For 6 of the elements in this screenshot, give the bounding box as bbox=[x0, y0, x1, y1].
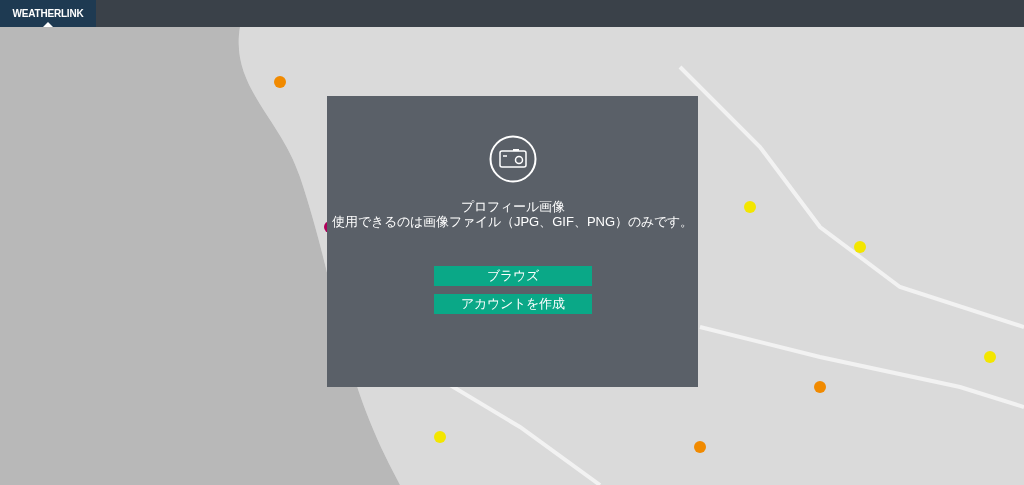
dialog-message: 使用できるのは画像ファイル（JPG、GIF、PNG）のみです。 bbox=[331, 214, 694, 229]
camera-icon bbox=[488, 135, 537, 183]
dialog-title: プロフィール画像 bbox=[460, 199, 565, 214]
action-button[interactable]: アカウントを作成 bbox=[433, 294, 592, 314]
nav-tab[interactable]: WEATHERLINK bbox=[0, 0, 96, 27]
action-button[interactable]: ブラウズ bbox=[433, 266, 592, 286]
